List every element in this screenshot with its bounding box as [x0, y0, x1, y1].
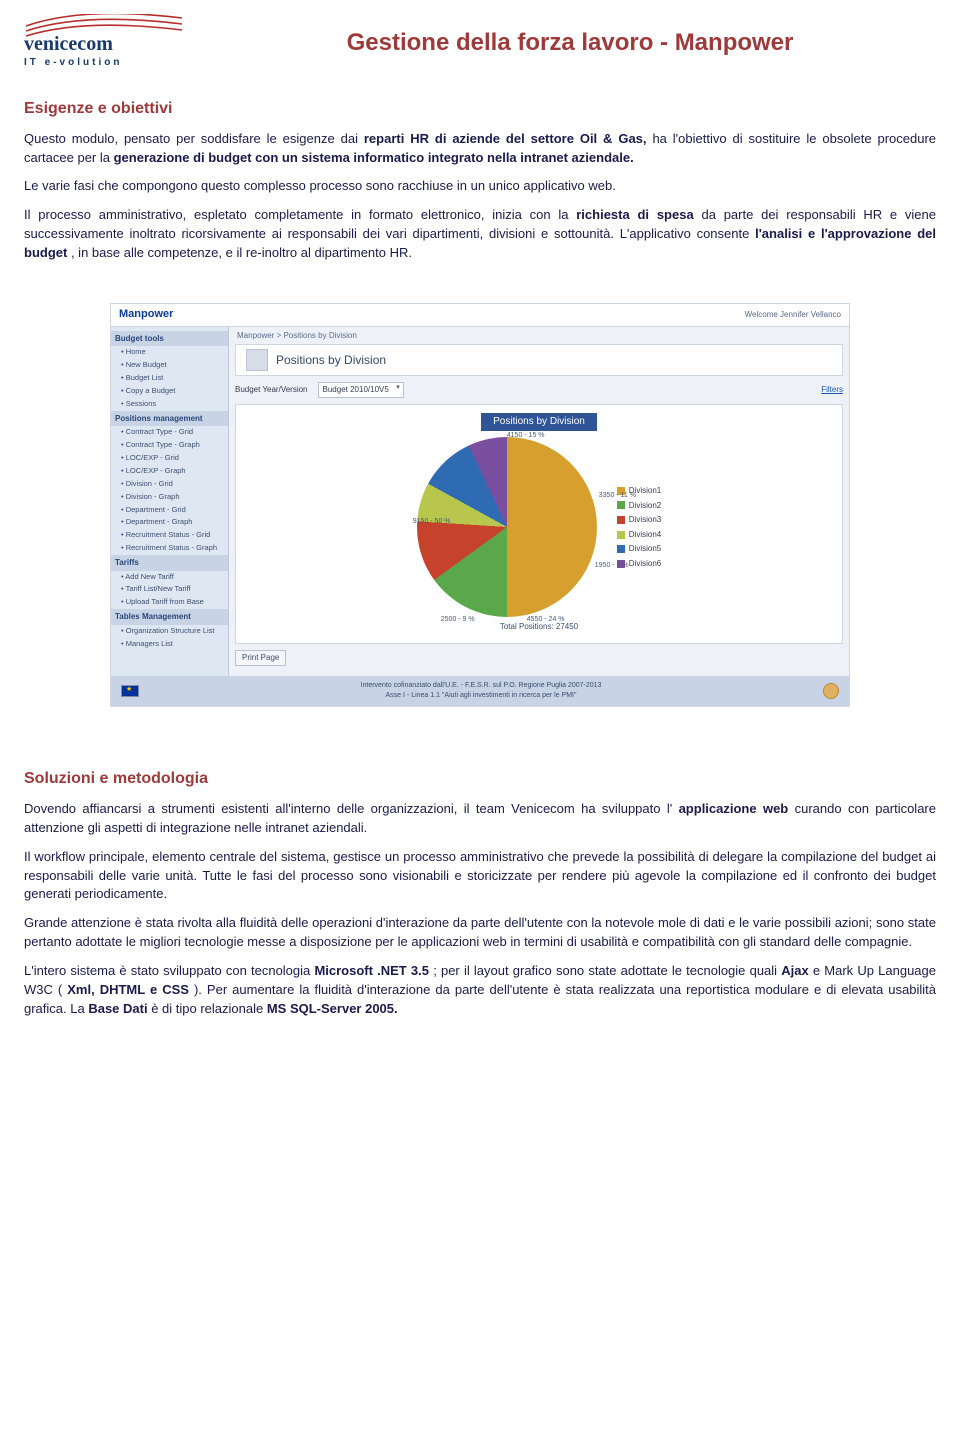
text-bold: Xml, DHTML e CSS — [67, 982, 189, 997]
sidebar-item[interactable]: Tariff List/New Tariff — [111, 583, 228, 596]
avatar-icon — [246, 349, 268, 371]
text-bold: reparti HR di aziende del settore Oil & … — [364, 131, 647, 146]
sidebar-item[interactable]: LOC/EXP - Graph — [111, 465, 228, 478]
document-header: venicecom IT e-volution Gestione della f… — [24, 14, 936, 71]
app-screenshot: Manpower Welcome Jennifer Vellanco Budge… — [110, 303, 850, 707]
sidebar-item[interactable]: Organization Structure List — [111, 625, 228, 638]
app-main: Manpower > Positions by Division Positio… — [229, 327, 849, 676]
legend-item: Division5 — [617, 543, 661, 555]
text-bold: MS SQL-Server 2005. — [267, 1001, 398, 1016]
pie-slice-label: 4550 - 24 % — [527, 615, 565, 625]
sidebar-item[interactable]: Add New Tariff — [111, 571, 228, 584]
text: è di tipo relazionale — [151, 1001, 267, 1016]
legend-swatch — [617, 531, 625, 539]
body-paragraph: Grande attenzione è stata rivolta alla f… — [24, 914, 936, 952]
sidebar-item[interactable]: Managers List — [111, 638, 228, 651]
legend-label: Division3 — [629, 514, 661, 526]
text-bold: Microsoft — [314, 963, 373, 978]
text: Il processo amministrativo, espletato co… — [24, 207, 576, 222]
section-heading-objectives: Esigenze e obiettivi — [24, 97, 936, 120]
app-title: Manpower — [119, 307, 173, 323]
sidebar-item[interactable]: Upload Tariff from Base — [111, 596, 228, 609]
logo-tagline: IT e-volution — [24, 56, 204, 71]
sidebar-item[interactable]: Division - Grid — [111, 478, 228, 491]
filter-label: Budget Year/Version — [235, 384, 308, 396]
filters-link[interactable]: Filters — [821, 384, 843, 396]
sidebar-item[interactable]: Recruitment Status - Graph — [111, 542, 228, 555]
pie-slice-label: 4150 - 15 % — [507, 431, 545, 441]
sidebar-item[interactable]: Copy a Budget — [111, 385, 228, 398]
legend-label: Division5 — [629, 543, 661, 555]
legend-swatch — [617, 516, 625, 524]
emblem-icon — [823, 683, 839, 699]
text-bold: Base Dati — [88, 1001, 147, 1016]
text-bold: generazione di budget con un sistema inf… — [114, 150, 634, 165]
page-title: Gestione della forza lavoro - Manpower — [204, 26, 936, 61]
footer-text: Intervento cofinanziato dall'U.E. - F.E.… — [361, 681, 602, 701]
company-logo: venicecom IT e-volution — [24, 14, 204, 71]
pie-slice-label: 2500 - 9 % — [441, 615, 475, 625]
body-paragraph: Il workflow principale, elemento central… — [24, 848, 936, 905]
body-paragraph: Le varie fasi che compongono questo comp… — [24, 177, 936, 196]
legend-swatch — [617, 545, 625, 553]
sidebar: Budget toolsHomeNew BudgetBudget ListCop… — [111, 327, 229, 676]
text-bold: richiesta di spesa — [576, 207, 693, 222]
sidebar-item[interactable]: Department - Graph — [111, 516, 228, 529]
body-paragraph: L'intero sistema è stato sviluppato con … — [24, 962, 936, 1019]
legend-item: Division4 — [617, 529, 661, 541]
welcome-text: Welcome Jennifer Vellanco — [745, 309, 841, 321]
pie-slice-label: 9150 - 50 % — [413, 517, 451, 527]
sidebar-item[interactable]: Division - Graph — [111, 491, 228, 504]
sidebar-item[interactable]: Budget List — [111, 372, 228, 385]
pie-chart: 9150 - 50 %4150 - 15 %3350 - 11 %1950 - … — [417, 437, 597, 617]
body-paragraph: Il processo amministrativo, espletato co… — [24, 206, 936, 263]
text-bold: .NET 3.5 — [377, 963, 429, 978]
body-paragraph: Dovendo affiancarsi a strumenti esistent… — [24, 800, 936, 838]
sidebar-item[interactable]: New Budget — [111, 359, 228, 372]
page-heading-bar: Positions by Division — [235, 344, 843, 376]
sidebar-item[interactable]: LOC/EXP - Grid — [111, 452, 228, 465]
sidebar-item[interactable]: Department - Grid — [111, 504, 228, 517]
sidebar-item[interactable]: Recruitment Status - Grid — [111, 529, 228, 542]
print-button[interactable]: Print Page — [235, 650, 286, 666]
chart-panel: Positions by Division 9150 - 50 %4150 - … — [235, 404, 843, 644]
logo-text: venicecom — [24, 33, 113, 54]
legend-label: Division6 — [629, 558, 661, 570]
filter-bar: Budget Year/Version Budget 2010/10V5 Fil… — [235, 382, 843, 398]
sidebar-item[interactable]: Contract Type - Grid — [111, 426, 228, 439]
app-footer: Intervento cofinanziato dall'U.E. - F.E.… — [111, 676, 849, 706]
text: L'intero sistema è stato sviluppato con … — [24, 963, 314, 978]
chart-title: Positions by Division — [481, 413, 597, 432]
sidebar-group: Tables Management — [111, 609, 228, 625]
sidebar-group: Budget tools — [111, 331, 228, 347]
pie-slice-label: 1950 - 7 % — [595, 561, 629, 571]
text: ; per il layout grafico sono state adott… — [433, 963, 781, 978]
print-row: Print Page — [235, 650, 843, 666]
budget-version-select[interactable]: Budget 2010/10V5 — [318, 382, 404, 398]
text-bold: applicazione web — [679, 801, 789, 816]
body-paragraph: Questo modulo, pensato per soddisfare le… — [24, 130, 936, 168]
legend-swatch — [617, 501, 625, 509]
sidebar-item[interactable]: Contract Type - Graph — [111, 439, 228, 452]
page-heading: Positions by Division — [276, 352, 386, 369]
eu-flag-icon — [121, 685, 139, 697]
text: Questo modulo, pensato per soddisfare le… — [24, 131, 364, 146]
legend-item: Division3 — [617, 514, 661, 526]
app-topbar: Manpower Welcome Jennifer Vellanco — [111, 304, 849, 327]
sidebar-item[interactable]: Home — [111, 346, 228, 359]
sidebar-group: Tariffs — [111, 555, 228, 571]
sidebar-group: Positions management — [111, 411, 228, 427]
legend-label: Division4 — [629, 529, 661, 541]
pie-slice-label: 3350 - 11 % — [599, 491, 636, 501]
text-bold: Ajax — [781, 963, 808, 978]
breadcrumb: Manpower > Positions by Division — [229, 327, 849, 345]
text: Dovendo affiancarsi a strumenti esistent… — [24, 801, 672, 816]
sidebar-item[interactable]: Sessions — [111, 398, 228, 411]
text: , in base alle competenze, e il re-inolt… — [71, 245, 412, 260]
section-heading-solutions: Soluzioni e metodologia — [24, 767, 936, 790]
